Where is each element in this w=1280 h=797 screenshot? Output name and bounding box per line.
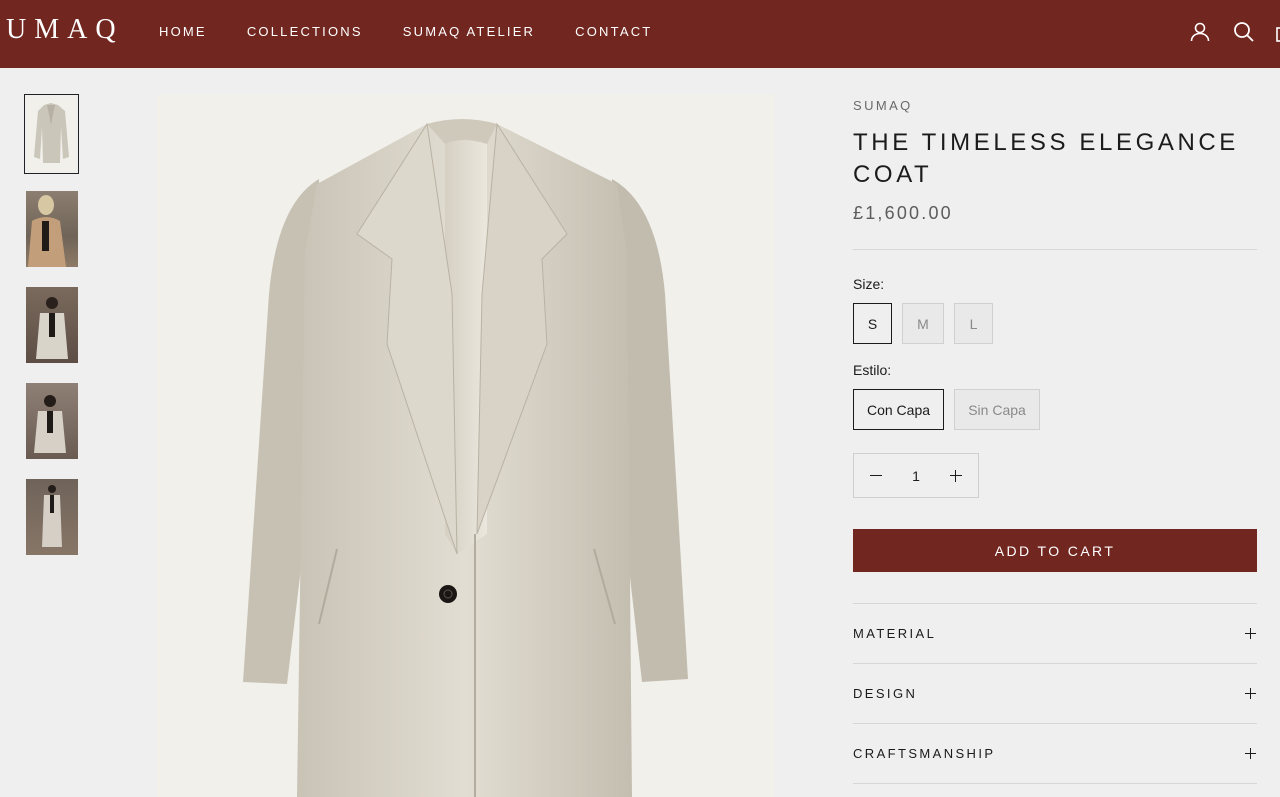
cart-icon[interactable]: [1274, 20, 1280, 44]
thumbnail-4[interactable]: [26, 383, 78, 459]
product-price: £1,600.00: [853, 203, 953, 223]
increase-quantity-button[interactable]: [948, 468, 964, 484]
size-option-s[interactable]: S: [853, 303, 892, 344]
thumbnail-1[interactable]: [24, 94, 79, 174]
plus-icon: [1245, 747, 1257, 760]
plus-icon: [1245, 687, 1257, 700]
size-option-l[interactable]: L: [954, 303, 993, 344]
main-nav: HOME COLLECTIONS SUMAQ ATELIER CONTACT: [159, 24, 692, 39]
product-info: SUMAQ THE TIMELESS ELEGANCE COAT £1,600.…: [853, 96, 1257, 784]
thumbnail-5[interactable]: [26, 479, 78, 555]
style-option-con-capa[interactable]: Con Capa: [853, 389, 944, 430]
account-icon[interactable]: [1188, 20, 1212, 44]
decrease-quantity-button[interactable]: [868, 468, 884, 484]
main-product-image: [157, 94, 774, 797]
accordion-craftsmanship[interactable]: CRAFTSMANSHIP: [853, 724, 1257, 784]
add-to-cart-button[interactable]: ADD TO CART: [853, 529, 1257, 572]
accordion-material[interactable]: MATERIAL: [853, 604, 1257, 664]
plus-icon: [1245, 627, 1257, 640]
nav-contact[interactable]: CONTACT: [575, 24, 652, 39]
accordion-label: CRAFTSMANSHIP: [853, 746, 996, 761]
divider: [853, 249, 1257, 250]
site-logo[interactable]: UMAQ: [6, 14, 124, 46]
size-label: Size:: [853, 276, 885, 292]
thumbnail-2[interactable]: [26, 191, 78, 267]
nav-sumaq-atelier[interactable]: SUMAQ ATELIER: [403, 24, 535, 39]
nav-collections[interactable]: COLLECTIONS: [247, 24, 363, 39]
accordion-design[interactable]: DESIGN: [853, 664, 1257, 724]
size-option-m[interactable]: M: [902, 303, 944, 344]
style-options: Con Capa Sin Capa: [853, 389, 1257, 430]
accordion-label: DESIGN: [853, 686, 918, 701]
style-option-sin-capa[interactable]: Sin Capa: [954, 389, 1040, 430]
thumbnail-3[interactable]: [26, 287, 78, 363]
thumbnail-gallery: [24, 94, 80, 575]
quantity-input[interactable]: 1: [912, 468, 920, 484]
accordion-label: MATERIAL: [853, 626, 937, 641]
style-label: Estilo:: [853, 362, 892, 378]
site-header: UMAQ HOME COLLECTIONS SUMAQ ATELIER CONT…: [0, 0, 1280, 68]
product-title: THE TIMELESS ELEGANCE COAT: [853, 129, 1239, 188]
size-options: S M L: [853, 303, 1257, 344]
nav-home[interactable]: HOME: [159, 24, 207, 39]
quantity-stepper: 1: [853, 453, 979, 498]
product-vendor[interactable]: SUMAQ: [853, 98, 1257, 113]
search-icon[interactable]: [1232, 20, 1256, 44]
